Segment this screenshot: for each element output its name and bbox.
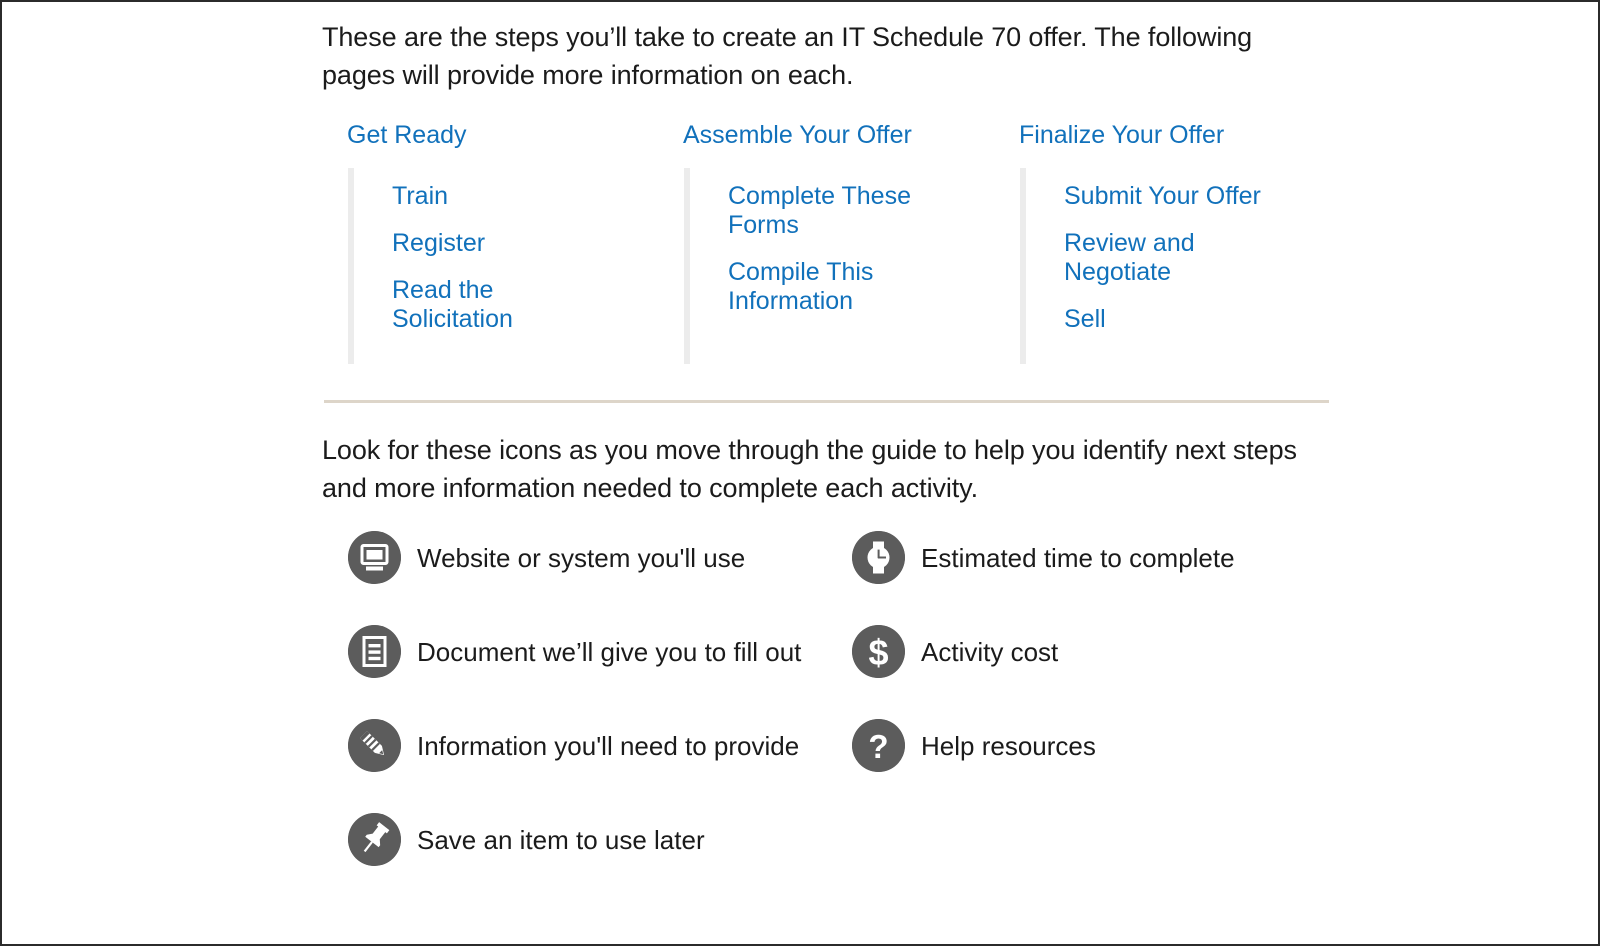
step-link-sell[interactable]: Sell [1064,305,1264,334]
svg-text:?: ? [868,728,888,765]
document-icon [348,625,401,678]
step-link-read-the-solicitation[interactable]: Read the Solicitation [392,276,592,334]
legend-item-estimated-time: Estimated time to complete [852,531,1235,584]
step-heading-assemble-your-offer[interactable]: Assemble Your Offer [658,120,912,150]
page-frame: These are the steps you’ll take to creat… [0,0,1600,946]
pushpin-icon [348,813,401,866]
step-link-compile-this-information[interactable]: Compile This Information [728,258,928,316]
step-column-finalize-your-offer: Finalize Your Offer Submit Your Offer Re… [994,120,1330,364]
legend-item-information: Information you'll need to provide [348,719,799,772]
step-list-assemble-your-offer: Complete These Forms Compile This Inform… [684,168,994,364]
question-icon: ? [852,719,905,772]
steps-columns: Get Ready Train Register Read the Solici… [322,120,1330,364]
step-link-submit-your-offer[interactable]: Submit Your Offer [1064,182,1264,211]
legend-item-help-resources: ? Help resources [852,719,1096,772]
legend-item-website: Website or system you'll use [348,531,745,584]
dollar-icon: $ [852,625,905,678]
watch-icon [852,531,905,584]
legend-label: Document we’ll give you to fill out [417,636,802,667]
step-link-register[interactable]: Register [392,229,592,258]
step-link-complete-these-forms[interactable]: Complete These Forms [728,182,928,240]
legend-item-activity-cost: $ Activity cost [852,625,1058,678]
step-heading-get-ready[interactable]: Get Ready [322,120,467,150]
legend-label: Information you'll need to provide [417,730,800,761]
legend-label: Activity cost [921,636,1059,667]
step-list-finalize-your-offer: Submit Your Offer Review and Negotiate S… [1020,168,1330,364]
intro-paragraph: These are the steps you’ll take to creat… [322,22,1253,90]
content-column: These are the steps you’ll take to creat… [322,2,1330,866]
legend-item-save-item: Save an item to use later [348,813,705,866]
step-link-train[interactable]: Train [392,182,592,211]
step-column-get-ready: Get Ready Train Register Read the Solici… [322,120,658,364]
step-column-assemble-your-offer: Assemble Your Offer Complete These Forms… [658,120,994,364]
monitor-icon [348,531,401,584]
legend-intro-paragraph: Look for these icons as you move through… [322,435,1297,503]
pencil-icon [348,719,401,772]
legend-label: Help resources [921,730,1096,761]
icon-legend: Website or system you'll use Document we… [322,531,1330,866]
legend-label: Website or system you'll use [417,542,746,573]
step-link-review-and-negotiate[interactable]: Review and Negotiate [1064,229,1264,287]
legend-label: Estimated time to complete [921,542,1235,573]
step-heading-finalize-your-offer[interactable]: Finalize Your Offer [994,120,1224,150]
legend-item-document: Document we’ll give you to fill out [348,625,801,678]
svg-text:$: $ [868,632,888,673]
legend-label: Save an item to use later [417,824,705,855]
step-list-get-ready: Train Register Read the Solicitation [348,168,658,364]
